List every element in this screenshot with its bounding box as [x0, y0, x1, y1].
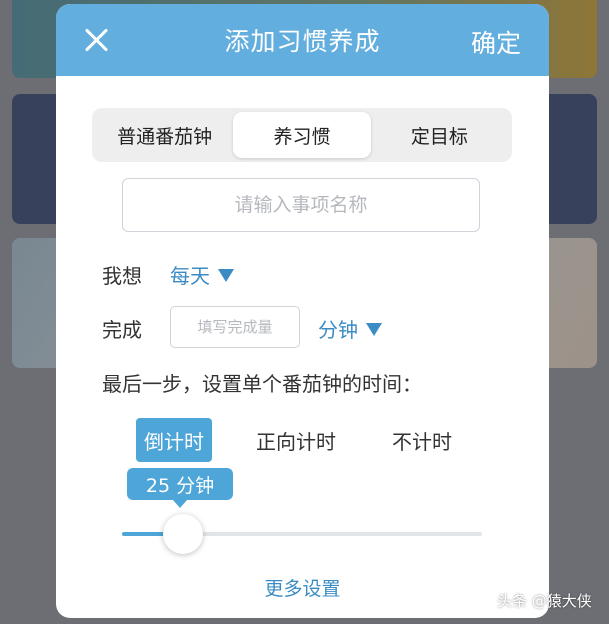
timer-mode-none[interactable]: 不计时	[384, 418, 460, 462]
dialog-header: 添加习惯养成 确定	[56, 4, 549, 76]
unit-dropdown[interactable]: 分钟	[318, 314, 382, 343]
frequency-dropdown[interactable]: 每天	[170, 260, 234, 289]
tab-normal-pomodoro[interactable]: 普通番茄钟	[96, 112, 233, 158]
confirm-button[interactable]: 确定	[471, 24, 521, 60]
amount-label: 完成	[102, 318, 142, 342]
timer-mode-countup[interactable]: 正向计时	[248, 418, 344, 462]
dialog-title: 添加习惯养成	[224, 27, 381, 56]
mode-tabs: 普通番茄钟 养习惯 定目标	[92, 108, 512, 162]
tab-goal[interactable]: 定目标	[371, 112, 508, 158]
add-habit-dialog: 添加习惯养成 确定 普通番茄钟 养习惯 定目标 我想 每天 完成 分钟 最后一步…	[56, 4, 549, 618]
unit-value: 分钟	[318, 318, 358, 342]
timer-instruction: 最后一步，设置单个番茄钟的时间：	[102, 372, 422, 396]
tab-habit[interactable]: 养习惯	[233, 112, 371, 158]
close-icon[interactable]	[82, 26, 110, 54]
dropdown-triangle-icon	[218, 269, 234, 282]
more-settings-link[interactable]: 更多设置	[56, 574, 549, 601]
slider-value-bubble: 25 分钟	[127, 468, 233, 508]
frequency-label: 我想	[102, 264, 142, 288]
timer-mode-countdown[interactable]: 倒计时	[136, 418, 212, 462]
frequency-value: 每天	[170, 264, 210, 288]
amount-input[interactable]	[170, 306, 300, 348]
task-name-input[interactable]	[122, 178, 480, 232]
duration-slider-thumb[interactable]	[163, 514, 204, 554]
dropdown-triangle-icon	[366, 323, 382, 336]
watermark: 头条 @猿大侠	[497, 592, 592, 610]
